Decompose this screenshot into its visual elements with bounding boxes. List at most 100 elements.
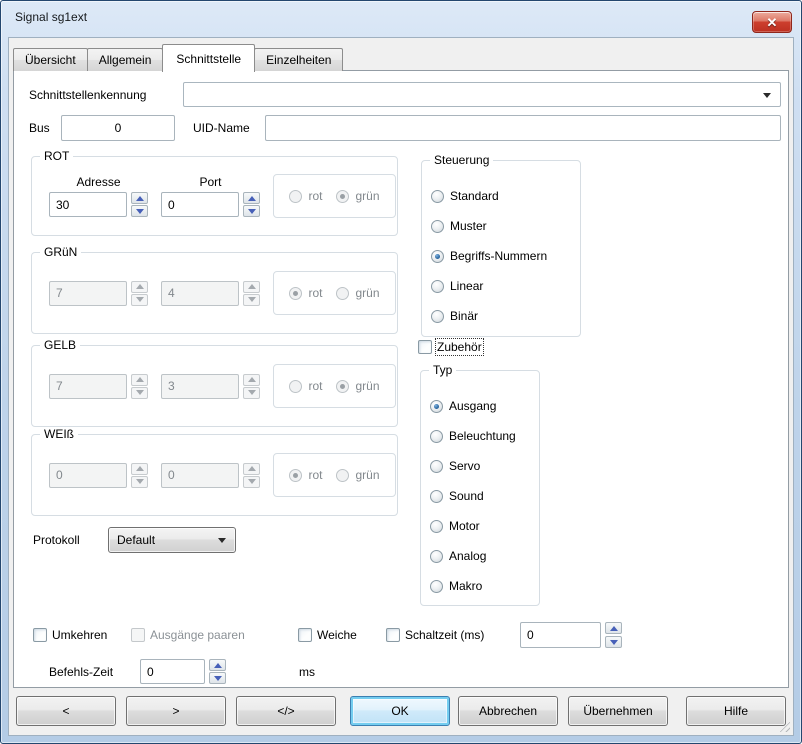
radio-analog[interactable]: Analog <box>430 541 537 571</box>
gruen-adresse-field <box>49 281 127 306</box>
spin-down-icon <box>248 479 256 484</box>
radio-begriffs-nummern[interactable]: Begriffs-Nummern <box>431 241 578 271</box>
spin-up-button <box>131 281 148 293</box>
radio-rot: rot <box>289 379 322 393</box>
radio-binaer[interactable]: Binär <box>431 301 578 331</box>
weiche-checkbox[interactable]: Weiche <box>298 628 357 642</box>
radio-icon <box>289 469 302 482</box>
spin-up-button <box>243 281 260 293</box>
radio-gruen: grün <box>336 379 379 393</box>
group-rot: ROT Adresse Port <box>31 156 398 236</box>
dialog-client-area: Übersicht Allgemein Schnittstelle Einzel… <box>8 37 794 736</box>
bus-field[interactable] <box>61 115 175 141</box>
spin-down-button[interactable] <box>131 205 148 217</box>
title-bar[interactable]: Signal sg1ext ✕ <box>1 1 801 37</box>
radio-standard[interactable]: Standard <box>431 181 578 211</box>
radio-label: Beleuchtung <box>449 429 516 443</box>
spin-down-icon <box>214 676 222 681</box>
group-weiss: WEIß <box>31 434 398 516</box>
window-title: Signal sg1ext <box>15 10 87 24</box>
port-label: Port <box>199 175 221 189</box>
radio-icon <box>336 190 349 203</box>
radio-servo[interactable]: Servo <box>430 451 537 481</box>
apply-button[interactable]: Übernehmen <box>568 696 668 726</box>
spin-up-button <box>131 463 148 475</box>
spin-down-button[interactable] <box>605 636 622 648</box>
radio-label: Linear <box>450 279 483 293</box>
radio-gruen[interactable]: grün <box>336 189 379 203</box>
umkehren-checkbox[interactable]: Umkehren <box>33 628 107 642</box>
radio-beleuchtung[interactable]: Beleuchtung <box>430 421 537 451</box>
radio-icon <box>289 190 302 203</box>
spin-up-button <box>243 463 260 475</box>
spin-down-icon <box>136 479 144 484</box>
weiss-adresse-field <box>49 463 127 488</box>
help-button[interactable]: Hilfe <box>686 696 786 726</box>
zubehoer-label: Zubehör <box>437 340 482 354</box>
protokoll-dropdown[interactable]: Default <box>108 527 236 553</box>
radio-ausgang[interactable]: Ausgang <box>430 391 537 421</box>
ok-button[interactable]: OK <box>350 696 450 726</box>
ausgaenge-paaren-label: Ausgänge paaren <box>150 628 245 642</box>
tab-allgemein[interactable]: Allgemein <box>87 48 164 71</box>
radio-label: grün <box>355 379 379 393</box>
checkbox-icon <box>386 628 400 642</box>
radio-label: Makro <box>449 579 482 593</box>
radio-linear[interactable]: Linear <box>431 271 578 301</box>
close-icon: ✕ <box>767 16 778 29</box>
spin-down-button[interactable] <box>209 672 226 684</box>
radio-label: Muster <box>450 219 487 233</box>
schaltzeit-field[interactable] <box>520 622 601 648</box>
radio-muster[interactable]: Muster <box>431 211 578 241</box>
spin-down-icon <box>136 390 144 395</box>
spin-up-icon <box>248 284 256 289</box>
spin-up-button[interactable] <box>131 192 148 204</box>
prev-button[interactable]: < <box>16 696 116 726</box>
radio-icon <box>431 280 444 293</box>
spin-down-icon <box>136 297 144 302</box>
schnittstellenkennung-label: Schnittstellenkennung <box>29 88 146 102</box>
tab-einzelheiten[interactable]: Einzelheiten <box>254 48 343 71</box>
tab-schnittstelle[interactable]: Schnittstelle <box>162 44 255 72</box>
close-button[interactable]: ✕ <box>752 11 792 33</box>
gelb-adresse-field <box>49 374 127 399</box>
rot-gruen-box: rot grün <box>273 364 396 408</box>
tab-strip: Übersicht Allgemein Schnittstelle Einzel… <box>13 44 342 71</box>
spin-down-button[interactable] <box>243 205 260 217</box>
radio-icon <box>430 400 443 413</box>
radio-icon <box>336 287 349 300</box>
cancel-button[interactable]: Abbrechen <box>458 696 558 726</box>
uid-name-field[interactable] <box>265 115 781 141</box>
radio-label: Sound <box>449 489 484 503</box>
checkbox-icon <box>298 628 312 642</box>
radio-makro[interactable]: Makro <box>430 571 537 601</box>
spin-up-button[interactable] <box>243 192 260 204</box>
tab-uebersicht[interactable]: Übersicht <box>13 48 88 71</box>
befehls-zeit-field[interactable] <box>140 659 205 684</box>
dropdown-arrow-icon[interactable] <box>763 93 771 98</box>
radio-icon <box>289 380 302 393</box>
radio-rot[interactable]: rot <box>289 189 322 203</box>
next-button[interactable]: > <box>126 696 226 726</box>
rot-adresse-field[interactable] <box>49 192 127 217</box>
radio-motor[interactable]: Motor <box>430 511 537 541</box>
schnittstellenkennung-combobox[interactable] <box>183 82 781 107</box>
radio-sound[interactable]: Sound <box>430 481 537 511</box>
radio-label: rot <box>308 468 322 482</box>
group-steuerung: Steuerung Standard Muster Begriffs-Numme… <box>421 160 581 337</box>
radio-rot: rot <box>289 468 322 482</box>
tab-page-schnittstelle: Schnittstellenkennung Bus UID-Name ROT A… <box>13 70 789 688</box>
rot-gruen-box: rot grün <box>273 453 396 497</box>
spin-down-icon <box>248 390 256 395</box>
spin-up-button[interactable] <box>209 659 226 671</box>
radio-rot: rot <box>289 286 322 300</box>
radio-icon <box>430 520 443 533</box>
code-button[interactable]: </> <box>236 696 336 726</box>
spin-up-button[interactable] <box>605 622 622 634</box>
radio-label: rot <box>308 286 322 300</box>
group-typ-title: Typ <box>429 363 456 377</box>
zubehoer-checkbox[interactable]: Zubehör <box>418 340 482 354</box>
rot-port-field[interactable] <box>161 192 239 217</box>
schaltzeit-checkbox[interactable]: Schaltzeit (ms) <box>386 628 484 642</box>
dropdown-arrow-icon <box>218 538 226 543</box>
